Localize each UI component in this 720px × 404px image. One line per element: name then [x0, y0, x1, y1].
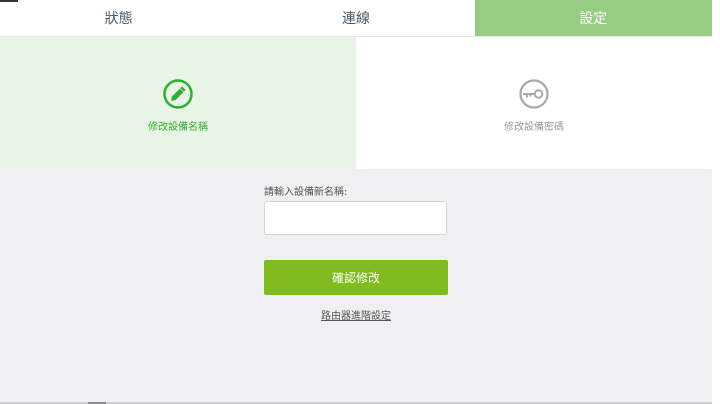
top-tab-bar: 狀態 連線 設定 [0, 0, 712, 37]
rename-device-label: 修改設備名稱 [148, 121, 208, 133]
app-window: 狀態 連線 設定 修改設備名稱 修改設備密碼 請輸入設備新名稱: 確認修改 路由… [0, 0, 712, 404]
pencil-circle-icon [163, 78, 193, 109]
rename-device-option[interactable]: 修改設備名稱 [0, 37, 356, 169]
change-password-label: 修改設備密碼 [504, 121, 564, 133]
change-password-option[interactable]: 修改設備密碼 [356, 37, 712, 169]
top-edge-mark [0, 0, 18, 2]
device-name-input[interactable] [264, 201, 447, 235]
tab-connection[interactable]: 連線 [237, 0, 474, 36]
tab-settings[interactable]: 設定 [474, 0, 712, 36]
rename-form: 請輸入設備新名稱: 確認修改 路由器進階設定 [264, 183, 448, 322]
settings-options: 修改設備名稱 修改設備密碼 [0, 37, 712, 169]
right-scroll-strip [712, 0, 720, 404]
tab-status[interactable]: 狀態 [0, 0, 237, 36]
key-circle-icon [519, 78, 549, 109]
confirm-button[interactable]: 確認修改 [264, 260, 448, 295]
advanced-settings-link[interactable]: 路由器進階設定 [264, 307, 448, 322]
new-name-prompt: 請輸入設備新名稱: [264, 187, 348, 198]
